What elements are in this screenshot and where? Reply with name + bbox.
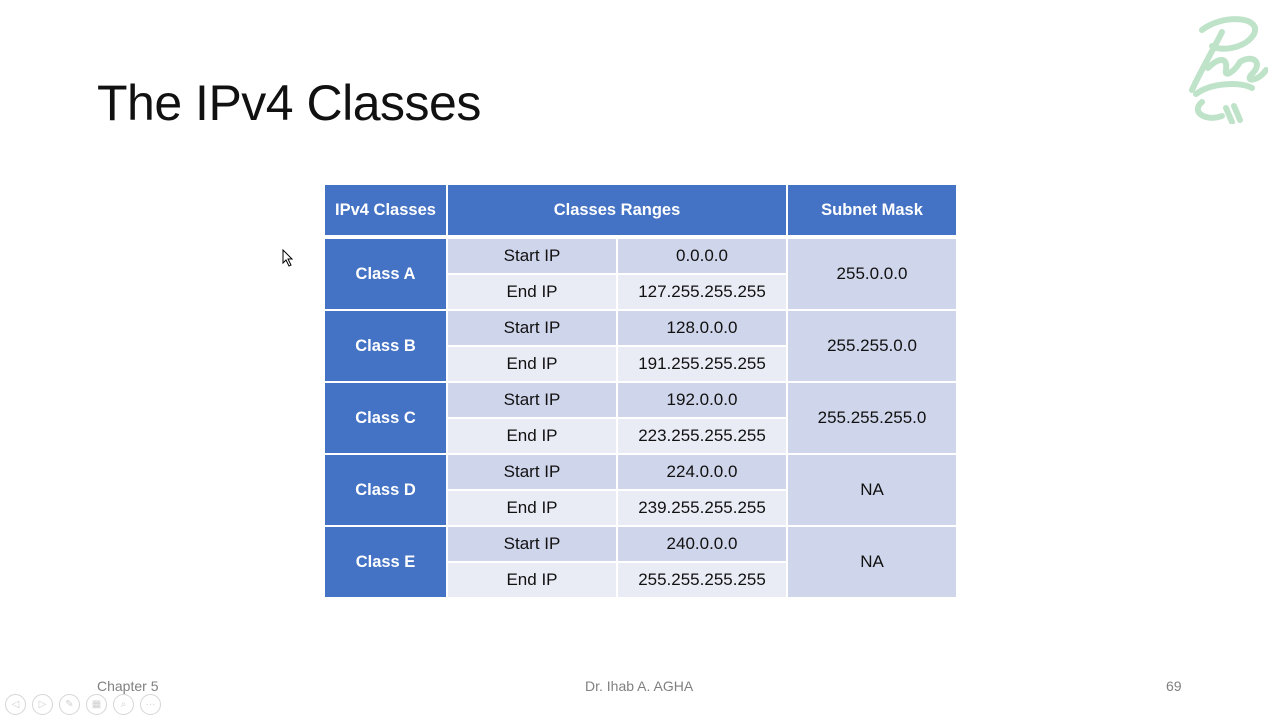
- slides-grid-icon: ▦: [91, 699, 102, 710]
- header-ipv4-classes: IPv4 Classes: [323, 183, 448, 239]
- table-header-row: IPv4 Classes Classes Ranges Subnet Mask: [323, 183, 958, 239]
- end-ip-label: End IP: [446, 345, 618, 383]
- header-classes-ranges: Classes Ranges: [446, 183, 788, 239]
- end-ip-label: End IP: [446, 489, 618, 527]
- end-ip-label: End IP: [446, 417, 618, 455]
- see-all-slides-button[interactable]: ▦: [86, 694, 107, 715]
- start-ip-value: 128.0.0.0: [616, 309, 788, 347]
- class-name-cell: Class E: [323, 525, 448, 599]
- class-name-cell: Class C: [323, 381, 448, 455]
- next-slide-button[interactable]: ▷: [32, 694, 53, 715]
- footer-chapter: Chapter 5: [97, 678, 159, 694]
- start-ip-value: 0.0.0.0: [616, 236, 788, 275]
- start-ip-label: Start IP: [446, 525, 618, 563]
- end-ip-value: 191.255.255.255: [616, 345, 788, 383]
- table-row-start: Class B Start IP 128.0.0.0 255.255.0.0: [323, 309, 958, 383]
- end-ip-label: End IP: [446, 273, 618, 311]
- table-row-start: Class E Start IP 240.0.0.0 NA: [323, 525, 958, 599]
- class-name-cell: Class D: [323, 453, 448, 527]
- previous-slide-button[interactable]: ◁: [5, 694, 26, 715]
- end-ip-value: 223.255.255.255: [616, 417, 788, 455]
- previous-icon: ◁: [11, 699, 20, 710]
- subnet-mask-cell: 255.0.0.0: [786, 236, 958, 311]
- pen-icon: ✎: [65, 699, 74, 710]
- subnet-mask-cell: 255.255.0.0: [786, 309, 958, 383]
- slide-title: The IPv4 Classes: [97, 75, 481, 131]
- start-ip-value: 224.0.0.0: [616, 453, 788, 491]
- class-name-cell: Class A: [323, 236, 448, 311]
- next-icon: ▷: [38, 699, 47, 710]
- header-subnet-mask: Subnet Mask: [786, 183, 958, 239]
- end-ip-label: End IP: [446, 561, 618, 599]
- start-ip-label: Start IP: [446, 309, 618, 347]
- zoom-button[interactable]: ⌕: [113, 694, 134, 715]
- start-ip-value: 240.0.0.0: [616, 525, 788, 563]
- class-name-cell: Class B: [323, 309, 448, 383]
- footer-page-number: 69: [1166, 678, 1182, 694]
- more-options-button[interactable]: ···: [140, 694, 161, 715]
- calligraphy-logo-icon: [1189, 16, 1268, 124]
- table-row-start: Class C Start IP 192.0.0.0 255.255.255.0: [323, 381, 958, 455]
- start-ip-label: Start IP: [446, 453, 618, 491]
- subnet-mask-cell: 255.255.255.0: [786, 381, 958, 455]
- ipv4-classes-table: IPv4 Classes Classes Ranges Subnet Mask …: [323, 183, 958, 599]
- start-ip-value: 192.0.0.0: [616, 381, 788, 419]
- table-row-start: Class D Start IP 224.0.0.0 NA: [323, 453, 958, 527]
- mouse-cursor-icon: [282, 249, 294, 267]
- start-ip-label: Start IP: [446, 381, 618, 419]
- pen-tool-button[interactable]: ✎: [59, 694, 80, 715]
- start-ip-label: Start IP: [446, 236, 618, 275]
- presenter-toolbar: ◁ ▷ ✎ ▦ ⌕ ···: [5, 694, 161, 715]
- footer-author: Dr. Ihab A. AGHA: [585, 678, 694, 694]
- end-ip-value: 255.255.255.255: [616, 561, 788, 599]
- more-icon: ···: [145, 699, 156, 710]
- subnet-mask-cell: NA: [786, 453, 958, 527]
- table-row-start: Class A Start IP 0.0.0.0 255.0.0.0: [323, 236, 958, 311]
- end-ip-value: 127.255.255.255: [616, 273, 788, 311]
- magnifier-icon: ⌕: [120, 699, 127, 710]
- end-ip-value: 239.255.255.255: [616, 489, 788, 527]
- subnet-mask-cell: NA: [786, 525, 958, 599]
